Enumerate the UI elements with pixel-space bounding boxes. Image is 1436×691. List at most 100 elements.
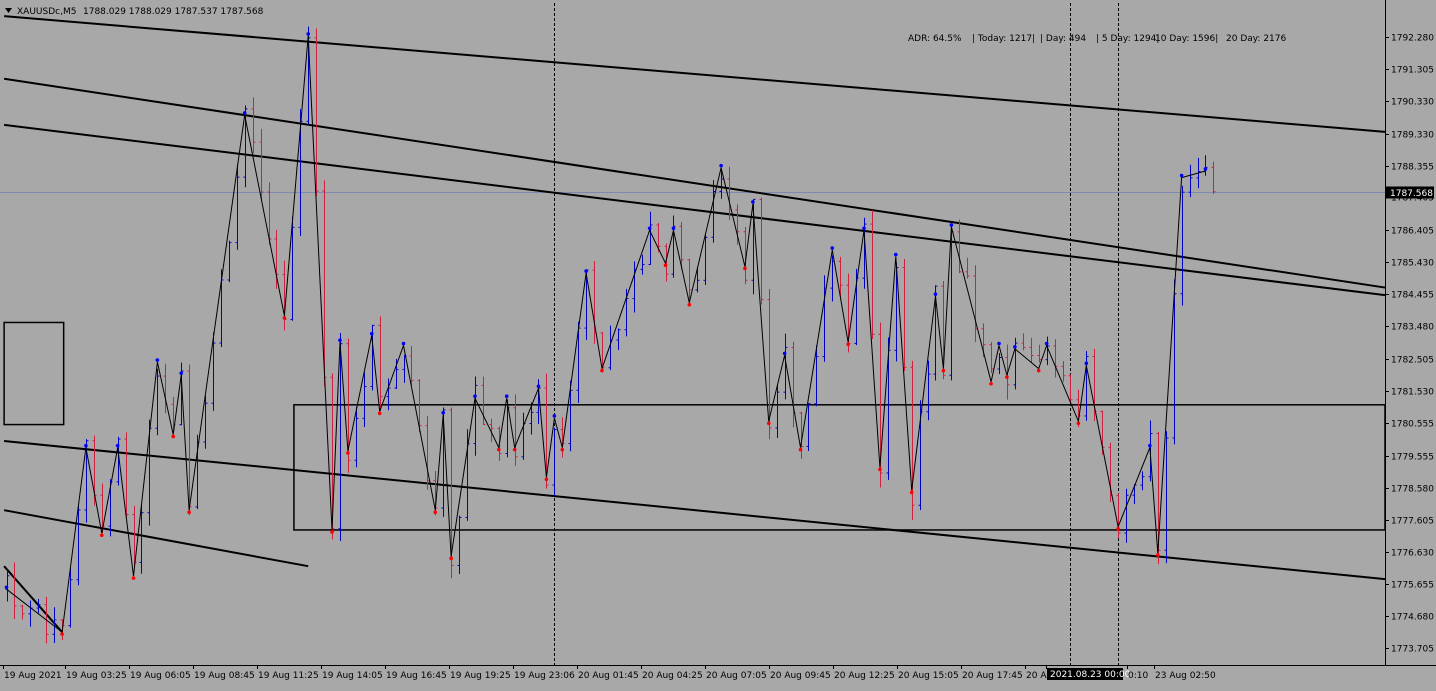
price-bar[interactable] [544,373,549,489]
price-bar[interactable] [155,368,160,436]
price-tick-label: 1777.605 [1391,517,1434,527]
price-bar[interactable] [695,267,700,293]
price-bar[interactable] [759,197,764,305]
adr-item: | Day: 494 [1040,34,1086,44]
price-bar[interactable] [1021,333,1026,351]
price-bar[interactable] [1053,339,1058,378]
trendline[interactable] [3,509,309,568]
swing-low-marker [496,447,501,452]
swing-low-marker [560,447,565,452]
price-bar[interactable] [171,396,176,431]
price-bar[interactable] [1092,348,1097,422]
price-bar[interactable] [481,376,486,426]
price-bar[interactable] [5,569,10,602]
price-bar[interactable] [251,97,256,154]
trendline[interactable] [3,123,1386,297]
price-tick-label: 1784.455 [1391,291,1434,301]
price-bar[interactable] [195,434,200,510]
price-bar[interactable] [910,360,915,520]
price-bar[interactable] [997,353,1002,375]
price-bar[interactable] [870,210,875,340]
price-bar[interactable] [12,562,17,619]
price-bar[interactable] [1180,185,1185,306]
price-bar[interactable] [362,372,367,428]
time-tick-label: 20 Aug 07:05 [706,671,767,681]
price-bar[interactable] [505,399,510,458]
swing-low-marker [878,467,882,472]
price-bar[interactable] [1203,155,1208,176]
price-bar[interactable] [989,342,994,373]
trendline[interactable] [3,77,1386,289]
price-bar[interactable] [28,600,33,627]
swing-high-marker [473,394,477,399]
price-bar[interactable] [926,360,931,421]
price-tick-label: 1776.630 [1391,549,1434,559]
price-bar[interactable] [552,427,557,496]
swing-low-marker [449,556,453,561]
price-bar[interactable] [576,321,581,403]
price-bar[interactable] [894,263,899,362]
price-tick-label: 1774.680 [1391,613,1434,623]
price-bar[interactable] [727,166,732,221]
price-bar[interactable] [1211,161,1216,194]
swing-low-marker [909,490,914,495]
swing-low-marker [544,477,549,482]
price-bar[interactable] [259,128,264,201]
rectangle-object[interactable] [3,321,65,426]
price-tick-label: 1778.580 [1391,485,1434,495]
swing-low-marker [743,266,747,271]
swing-low-marker [171,434,176,439]
price-bar[interactable] [20,605,25,620]
chart-canvas[interactable]: 1792.280 1791.305 1790.330 1789.330 1788.355… [0,0,1436,687]
swing-low-marker [600,368,604,373]
price-bar[interactable] [1124,488,1129,543]
adr-item: | Today: 1217| [972,34,1035,44]
price-bar[interactable] [965,257,970,279]
swing-high-marker [536,384,541,389]
time-tick-label: 20 Aug 09:45 [770,671,831,681]
price-bar[interactable] [640,254,645,275]
swing-low-marker [512,447,517,452]
price-bar[interactable] [473,376,478,456]
price-chart[interactable]: 1792.280 1791.305 1790.330 1789.330 1788.355… [0,0,1436,687]
price-bar[interactable] [274,229,279,289]
swing-high-marker [84,443,88,448]
price-bar[interactable] [568,380,573,452]
time-tick-label: 20 A [1026,671,1047,681]
price-bar[interactable] [902,259,907,372]
price-bar[interactable] [1061,361,1066,382]
price-bar[interactable] [806,403,811,451]
price-bar[interactable] [743,226,748,285]
price-bar[interactable] [521,412,526,460]
price-bar[interactable] [1164,431,1169,564]
price-bar[interactable] [457,515,462,575]
price-bar[interactable] [648,211,653,266]
swing-high-marker [4,585,9,590]
price-bar[interactable] [973,265,978,343]
triangle-down-icon[interactable] [5,8,12,13]
swing-high-marker [441,410,446,415]
price-bar[interactable] [1140,471,1145,491]
swing-high-marker [155,358,160,362]
swing-high-marker [1203,167,1208,171]
price-bar[interactable] [529,402,534,435]
price-bar[interactable] [671,215,676,278]
price-bar[interactable] [735,204,740,245]
time-tick-label: 19 Aug 23:06 [514,671,575,681]
swing-high-marker [179,371,183,375]
price-bar[interactable] [227,240,232,283]
price-bar[interactable] [378,316,383,411]
price-bar[interactable] [687,258,692,300]
price-bar[interactable] [1116,493,1121,538]
swing-low-marker [282,316,287,320]
price-bar[interactable] [100,483,105,534]
price-bar[interactable] [1037,344,1042,363]
price-bar[interactable] [1029,337,1034,363]
price-bar[interactable] [616,328,621,350]
price-bar[interactable] [465,429,470,521]
price-bar[interactable] [417,379,422,433]
trendline[interactable] [4,440,1386,581]
price-tick-label: 1789.330 [1391,131,1434,141]
swing-high-marker [1044,341,1049,346]
price-bar[interactable] [703,234,708,285]
